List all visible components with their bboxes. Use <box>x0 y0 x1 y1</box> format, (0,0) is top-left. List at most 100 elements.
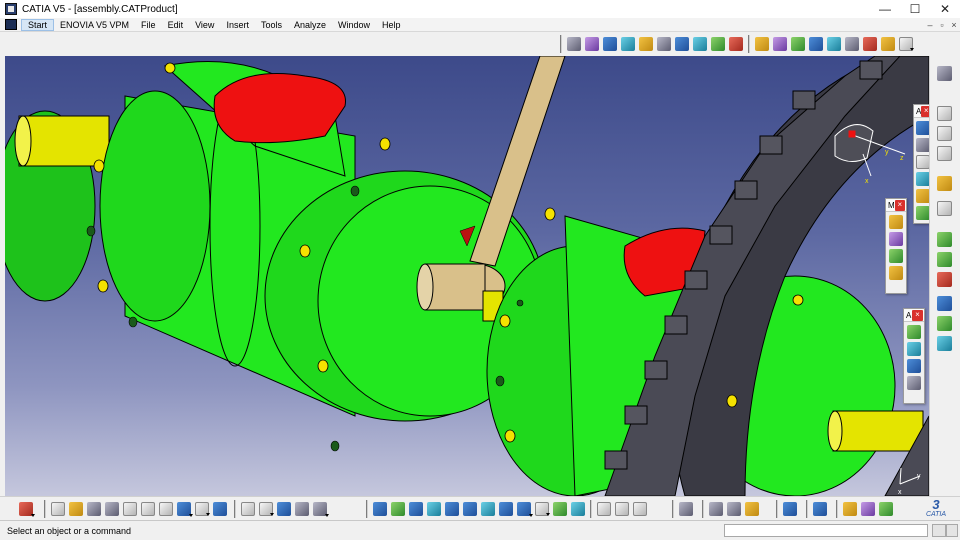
snap-icon[interactable] <box>603 37 617 51</box>
angle-icon[interactable] <box>827 37 841 51</box>
insert-part-icon[interactable] <box>937 232 952 247</box>
smart-move-icon[interactable] <box>916 138 929 152</box>
inertia-icon[interactable] <box>633 502 647 516</box>
update-icon[interactable] <box>863 37 877 51</box>
coincidence-icon[interactable] <box>773 37 787 51</box>
view-tool-icon[interactable] <box>937 146 952 161</box>
menu-enovia[interactable]: ENOVIA V5 VPM <box>54 20 135 30</box>
palette-lower-close-icon[interactable]: × <box>912 309 923 321</box>
zoom-in-icon[interactable] <box>445 502 459 516</box>
replace-component-icon[interactable] <box>907 376 921 390</box>
catia-app-icon[interactable] <box>5 3 17 15</box>
table-icon[interactable] <box>277 502 291 516</box>
camera-icon[interactable] <box>571 502 585 516</box>
product-icon[interactable] <box>729 37 743 51</box>
stop-manipulate-icon[interactable] <box>916 189 929 203</box>
menu-help[interactable]: Help <box>376 20 407 30</box>
palette-assembly-lower[interactable]: A × <box>903 308 925 404</box>
print-screen-icon[interactable] <box>679 502 693 516</box>
menu-analyze[interactable]: Analyze <box>288 20 332 30</box>
sheet-icon[interactable] <box>937 126 952 141</box>
snap-icon[interactable] <box>916 121 929 135</box>
clash-analysis-icon[interactable] <box>727 502 741 516</box>
existing-component-icon[interactable] <box>907 325 921 339</box>
apply-material-icon[interactable] <box>843 502 857 516</box>
formula-icon[interactable] <box>241 502 255 516</box>
right-shaft[interactable] <box>832 410 924 452</box>
clash-icon[interactable] <box>657 37 671 51</box>
dmu-icon[interactable] <box>813 502 827 516</box>
document-tool-icon[interactable] <box>937 106 952 121</box>
sketch-icon[interactable] <box>937 66 952 81</box>
cut-icon[interactable] <box>123 502 137 516</box>
left-red-cap[interactable] <box>213 73 346 144</box>
align-icon[interactable] <box>889 266 903 280</box>
catalog-browser-icon[interactable] <box>709 502 723 516</box>
document-icon[interactable] <box>5 19 17 30</box>
menu-start[interactable]: Start <box>21 18 55 31</box>
shading-icon[interactable] <box>517 502 533 517</box>
view-icon[interactable] <box>499 502 513 516</box>
fix-together-icon[interactable] <box>845 37 859 51</box>
tree-expand-icon[interactable] <box>937 296 952 311</box>
fly-icon[interactable] <box>373 502 387 516</box>
mdi-minimize-button[interactable]: – <box>924 20 936 30</box>
copy-icon[interactable] <box>141 502 155 516</box>
left-flange[interactable] <box>99 90 211 322</box>
palette-header[interactable]: A × <box>914 105 929 118</box>
measure-item-icon[interactable] <box>615 502 629 516</box>
palette-header[interactable]: A × <box>904 309 924 322</box>
palette-assembly-top[interactable]: A × <box>913 104 929 224</box>
graph-tree-icon[interactable] <box>937 316 952 331</box>
insert-component-icon[interactable] <box>937 272 952 287</box>
comment-icon[interactable] <box>259 502 274 516</box>
annotate-icon[interactable] <box>879 502 893 516</box>
contact-icon[interactable] <box>791 37 805 51</box>
spec-tree-icon[interactable] <box>937 336 952 351</box>
swap-icon[interactable] <box>553 502 567 516</box>
manipulation-icon[interactable] <box>621 37 635 51</box>
maximize-button[interactable]: ☐ <box>900 0 930 18</box>
command-ok-icon[interactable] <box>946 524 958 537</box>
explode-icon[interactable] <box>639 37 653 51</box>
redo-icon[interactable] <box>195 502 210 516</box>
close-button[interactable]: ✕ <box>930 0 960 18</box>
menu-edit[interactable]: Edit <box>162 20 190 30</box>
menu-window[interactable]: Window <box>332 20 376 30</box>
save-icon[interactable] <box>87 502 101 516</box>
print-icon[interactable] <box>105 502 119 516</box>
zoom-out-icon[interactable] <box>463 502 477 516</box>
catalog-icon[interactable] <box>585 37 599 51</box>
move-icon[interactable] <box>889 215 903 229</box>
menu-view[interactable]: View <box>189 20 220 30</box>
new-icon[interactable] <box>51 502 65 516</box>
manipulate-icon[interactable] <box>916 206 929 220</box>
assembly-constraints-icon[interactable] <box>567 37 581 51</box>
new-product-icon[interactable] <box>907 359 921 373</box>
tree-icon[interactable] <box>313 502 329 517</box>
pan-icon[interactable] <box>409 502 423 516</box>
palette-top-close-icon[interactable]: × <box>921 105 929 117</box>
rotate-part-icon[interactable] <box>889 232 903 246</box>
whats-this-icon[interactable] <box>213 502 227 516</box>
menu-file[interactable]: File <box>135 20 162 30</box>
reorder-icon[interactable] <box>916 155 929 169</box>
menu-insert[interactable]: Insert <box>220 20 255 30</box>
workbench-icon[interactable] <box>899 37 914 51</box>
bill-of-material-icon[interactable] <box>745 502 759 516</box>
palette-move[interactable]: M × <box>885 198 907 294</box>
assembly-model[interactable]: z y x y x <box>5 56 929 496</box>
new-part-icon[interactable] <box>907 342 921 356</box>
command-input[interactable] <box>724 524 928 537</box>
measure-between-icon[interactable] <box>597 502 611 516</box>
apply-appearance-icon[interactable] <box>861 502 875 516</box>
component-icon[interactable] <box>881 37 895 51</box>
mdi-close-button[interactable]: × <box>948 20 960 30</box>
menu-tools[interactable]: Tools <box>255 20 288 30</box>
open-icon[interactable] <box>69 502 83 516</box>
knowledge-icon[interactable] <box>295 502 309 516</box>
offset-icon[interactable] <box>809 37 823 51</box>
normal-view-icon[interactable] <box>481 502 495 516</box>
minimize-button[interactable]: — <box>870 0 900 18</box>
fit-all-icon[interactable] <box>391 502 405 516</box>
